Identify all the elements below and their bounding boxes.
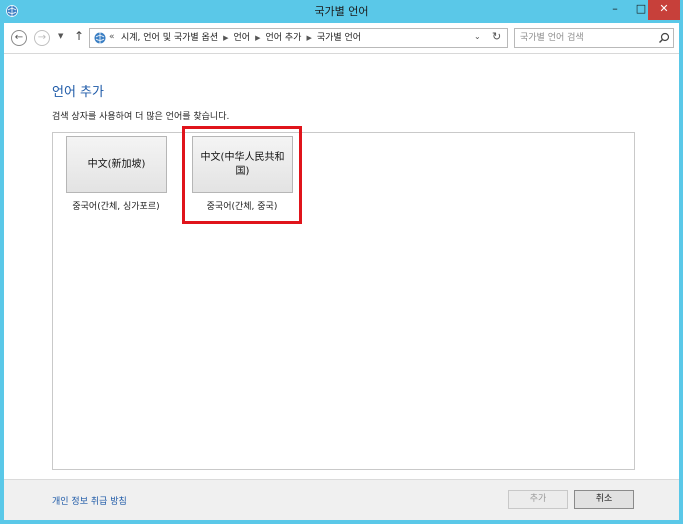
navigation-bar: ← → ▼ ↑ « 시계, 언어 및 국가별 옵션 ▶ 언어 ▶ 언어 추가 ▶ 국가별 언… [4, 23, 679, 54]
minimize-button[interactable]: – [602, 0, 628, 20]
page-title: 언어 추가 [52, 85, 104, 100]
chevron-down-icon[interactable]: ⌄ [474, 32, 481, 41]
language-list: 中文(新加坡) 중국어(간체, 싱가포르) 中文(中华人民共和国) 중국어(간체… [52, 126, 635, 470]
window: 국가별 언어 – □ ✕ ← → ▼ ↑ « 시계, 언어 및 국가별 옵션 ▶ 언… [0, 0, 683, 524]
control-panel-icon [94, 32, 106, 44]
window-title: 국가별 언어 [314, 5, 369, 18]
forward-button[interactable]: → [34, 30, 50, 46]
search-box[interactable] [514, 28, 674, 48]
breadcrumb: 시계, 언어 및 국가별 옵션 ▶ 언어 ▶ 언어 추가 ▶ 국가별 언어 [121, 29, 361, 47]
chevron-right-icon[interactable]: ▶ [255, 34, 260, 42]
up-arrow-icon[interactable]: ↑ [74, 29, 84, 43]
language-tile-zh-sg[interactable]: 中文(新加坡) [66, 136, 167, 193]
close-button[interactable]: ✕ [648, 0, 680, 20]
privacy-policy-link[interactable]: 개인 정보 취급 방침 [52, 494, 127, 507]
language-caption: 중국어(간체, 싱가포르) [72, 202, 160, 212]
content-area: 언어 추가 검색 상자를 사용하여 더 많은 언어를 찾습니다. 中文(新加坡)… [4, 54, 679, 479]
language-native-name: 中文(新加坡) [87, 158, 146, 170]
breadcrumb-overflow[interactable]: « [109, 32, 115, 42]
forward-arrow-icon: → [37, 32, 47, 43]
back-arrow-icon: ← [14, 32, 24, 43]
refresh-icon[interactable]: ↻ [492, 30, 501, 43]
address-bar[interactable]: « 시계, 언어 및 국가별 옵션 ▶ 언어 ▶ 언어 추가 ▶ 국가별 언어 ⌄ ↻ [89, 28, 508, 48]
page-description: 검색 상자를 사용하여 더 많은 언어를 찾습니다. [52, 112, 230, 122]
selection-highlight-box [182, 126, 302, 224]
search-icon[interactable] [658, 32, 670, 44]
breadcrumb-item[interactable]: 언어 추가 [265, 33, 301, 43]
breadcrumb-item[interactable]: 국가별 언어 [317, 33, 361, 43]
chevron-right-icon[interactable]: ▶ [223, 34, 228, 42]
back-button[interactable]: ← [11, 30, 27, 46]
footer: 개인 정보 취급 방침 추가 취소 [4, 479, 679, 520]
recent-locations-chevron-icon[interactable]: ▼ [58, 32, 63, 40]
breadcrumb-item[interactable]: 언어 [234, 33, 251, 43]
cancel-button[interactable]: 취소 [574, 490, 634, 509]
add-button[interactable]: 추가 [508, 490, 568, 509]
search-input[interactable] [515, 29, 653, 47]
chevron-right-icon[interactable]: ▶ [306, 34, 311, 42]
title-bar: 국가별 언어 – □ ✕ [0, 0, 683, 23]
breadcrumb-item[interactable]: 시계, 언어 및 국가별 옵션 [121, 33, 218, 43]
